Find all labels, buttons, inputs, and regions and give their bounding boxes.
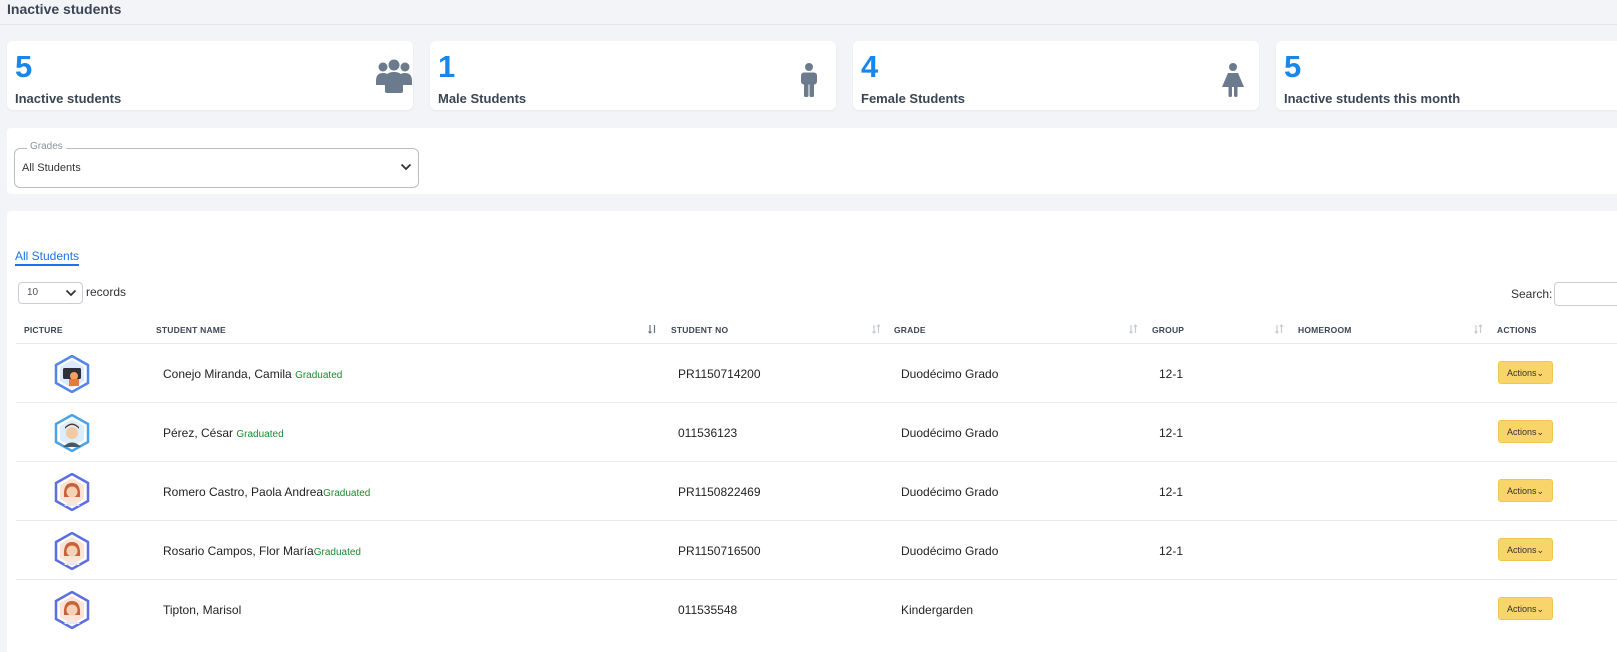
stat-value: 4 [861,49,879,84]
stat-card-inactive: 5 Inactive students [7,41,413,110]
group: 12-1 [1159,544,1184,558]
col-header-student-name[interactable]: STUDENT NAME [156,325,226,335]
stat-label: Inactive students [15,91,122,106]
student-name: Tipton, Marisol [163,603,242,617]
stat-label: Female Students [861,91,966,106]
chevron-down-icon: ⌄ [1536,368,1545,378]
table-row: Tipton, Marisol 011535548 Kindergarden A… [16,579,1617,639]
sort-icon [872,324,881,334]
col-header-picture: PICTURE [24,325,63,335]
chevron-down-icon: ⌄ [1536,427,1545,437]
table-row: Conejo Miranda, Camila Graduated PR11507… [16,343,1617,403]
sort-icon [1275,324,1284,334]
table-row: Romero Castro, Paola AndreaGraduated PR1… [16,461,1617,521]
actions-label: Actions [1506,427,1537,437]
filter-panel: Grades All Students [7,128,1617,194]
search-input[interactable] [1554,282,1617,306]
actions-dropdown-button[interactable]: Actions⌄ [1498,479,1553,502]
group: 12-1 [1159,485,1184,499]
col-header-homeroom[interactable]: HOMEROOM [1298,325,1352,335]
status-badge: Graduated [313,547,361,558]
student-name-cell: Pérez, César Graduated [163,426,284,440]
student-avatar [54,473,90,511]
student-name: Conejo Miranda, Camila [163,367,292,381]
student-name-cell: Romero Castro, Paola AndreaGraduated [163,485,370,499]
records-label: records [86,285,127,299]
student-avatar [54,532,90,570]
status-badge: Graduated [295,370,343,381]
grades-legend: Grades [27,141,66,152]
col-header-group[interactable]: GROUP [1152,325,1184,335]
group: 12-1 [1159,426,1184,440]
actions-dropdown-button[interactable]: Actions⌄ [1498,538,1553,561]
chevron-down-icon [400,163,412,171]
student-name: Rosario Campos, Flor María [163,544,314,558]
student-name: Romero Castro, Paola Andrea [163,485,324,499]
title-divider [0,24,1617,25]
grades-value: All Students [22,162,81,174]
stat-value: 5 [15,49,33,84]
table-row: Rosario Campos, Flor MaríaGraduated PR11… [16,520,1617,580]
stat-card-female: 4 Female Students [853,41,1259,110]
group: 12-1 [1159,367,1184,381]
student-no: PR1150714200 [678,367,761,381]
actions-label: Actions [1506,545,1537,555]
student-avatar [54,355,90,393]
stat-label: Male Students [438,91,527,106]
stat-card-male: 1 Male Students [430,41,836,110]
students-table-panel: All Students 10 records Search: PICTURE … [7,211,1617,652]
col-header-actions: ACTIONS [1497,325,1537,335]
grade: Duodécimo Grado [901,544,999,558]
chevron-down-icon [65,289,77,297]
student-no: PR1150822469 [678,485,761,499]
student-name-cell: Conejo Miranda, Camila Graduated [163,367,342,381]
page-length-select[interactable]: 10 [18,282,83,304]
male-icon [801,63,817,97]
status-badge: Graduated [236,429,284,440]
female-icon [1222,63,1244,97]
status-badge: Graduated [323,488,371,499]
chevron-down-icon: ⌄ [1536,486,1545,496]
student-avatar [54,591,90,629]
student-name: Pérez, César [163,426,234,440]
stat-card-this-month: 5 Inactive students this month [1276,41,1617,110]
col-header-grade[interactable]: GRADE [894,325,926,335]
student-no: 011536123 [678,426,738,440]
table-row: Pérez, César Graduated 011536123 Duodéci… [16,402,1617,462]
col-header-student-no[interactable]: STUDENT NO [671,325,728,335]
search-label: Search: [1511,287,1553,301]
group-icon [376,59,412,93]
sort-icon [1474,324,1483,334]
grade: Kindergarden [901,603,974,617]
student-name-cell: Tipton, Marisol [163,603,241,617]
actions-label: Actions [1506,486,1537,496]
stat-label: Inactive students this month [1284,91,1461,106]
chevron-down-icon: ⌄ [1536,604,1545,614]
student-no: 011535548 [678,603,738,617]
grade: Duodécimo Grado [901,367,999,381]
grade: Duodécimo Grado [901,426,999,440]
student-avatar [54,414,90,452]
student-no: PR1150716500 [678,544,761,558]
grade: Duodécimo Grado [901,485,999,499]
student-name-cell: Rosario Campos, Flor MaríaGraduated [163,544,361,558]
actions-label: Actions [1506,368,1537,378]
sort-ascending-icon [648,325,656,334]
stat-value: 1 [438,49,456,84]
sort-icon [1129,324,1138,334]
page-title: Inactive students [7,1,122,17]
actions-label: Actions [1506,604,1537,614]
actions-dropdown-button[interactable]: Actions⌄ [1498,597,1553,620]
actions-dropdown-button[interactable]: Actions⌄ [1498,420,1553,443]
tab-all-students[interactable]: All Students [15,249,80,266]
page-length-value: 10 [27,287,39,298]
actions-dropdown-button[interactable]: Actions⌄ [1498,361,1553,384]
grades-select[interactable]: Grades All Students [14,141,419,188]
chevron-down-icon: ⌄ [1536,545,1545,555]
stat-value: 5 [1284,49,1302,84]
